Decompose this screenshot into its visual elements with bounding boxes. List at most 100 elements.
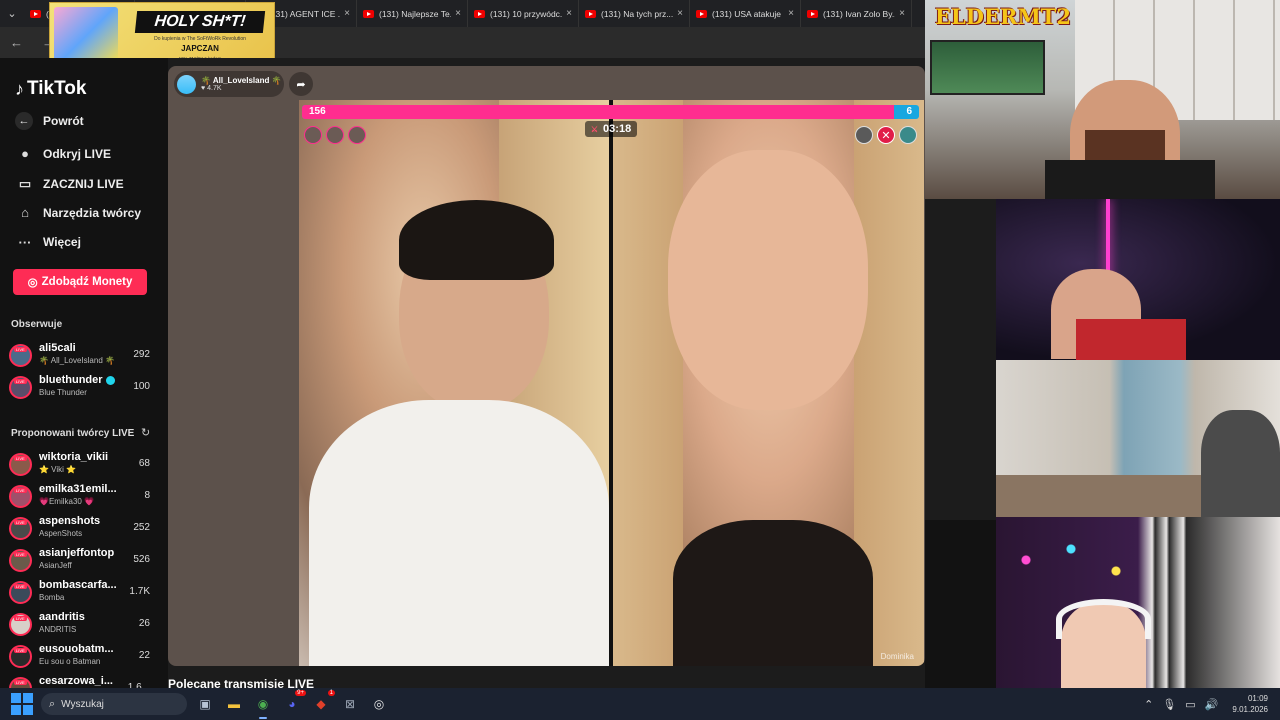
sidebar-user-item[interactable]: LIVE aandritis ANDRITIS 26 <box>9 609 154 639</box>
opponent-gifter-avatar[interactable] <box>855 126 873 144</box>
guest-webcam-3 <box>996 517 1280 688</box>
battle-timer: ⚔ 03:18 <box>585 121 637 137</box>
browser-tab[interactable]: (131) Najlepsze Te... × <box>357 0 468 27</box>
discord-icon[interactable]: ◕ 9+ <box>281 690 306 715</box>
sidebar-user-item[interactable]: LIVE wiktoria_vikii ⭐ Viki ⭐ 68 <box>9 449 154 479</box>
top-gifter-avatar[interactable] <box>348 126 366 144</box>
back-button[interactable]: ← Powrót <box>15 112 84 130</box>
user-subtitle: 💗Emilka30 💗 <box>39 497 95 506</box>
viewer-count: 68 <box>138 458 150 469</box>
viewer-count: 252 <box>133 522 150 533</box>
opponent-gifter-avatar[interactable] <box>899 126 917 144</box>
browser-tab[interactable]: (131) Na tych prz... × <box>579 0 690 27</box>
tiktok-logo-text: TikTok <box>27 78 87 99</box>
user-avatar: LIVE <box>9 645 32 668</box>
tiktok-logo[interactable]: ♪ TikTok <box>15 78 86 100</box>
task-view-icon[interactable]: ▣ <box>194 693 216 715</box>
host-chip[interactable]: 🌴 All_LoveIsland 🌴 ♥ 4.7K <box>174 71 284 97</box>
sidebar-user-item[interactable]: LIVE emilka31emil... 💗Emilka30 💗 8 <box>9 481 154 511</box>
network-icon[interactable]: ▭ <box>1185 698 1195 711</box>
search-placeholder: Wyszukaj <box>61 698 104 710</box>
tab-close-icon[interactable]: × <box>566 8 572 19</box>
sidebar-user-item[interactable]: LIVE aspenshots AspenShots 252 <box>9 513 154 543</box>
obs-icon[interactable]: ◎ <box>368 693 390 715</box>
tab-search-dropdown[interactable]: ⌄ <box>0 0 24 27</box>
user-name-text: ali5cali <box>39 342 76 354</box>
browser-tab[interactable]: (131) Ivan Zolo By... × <box>801 0 912 27</box>
xbox-icon[interactable]: ⊠ <box>339 693 361 715</box>
microphone-icon[interactable]: 🎙 <box>1162 698 1176 711</box>
browser-tab[interactable]: (131) 10 przywódc... × <box>468 0 579 27</box>
ad-brand: JAPCZAN <box>181 44 219 53</box>
youtube-icon <box>585 9 596 18</box>
notification-badge: 9+ <box>295 690 306 696</box>
clock-time: 01:09 <box>1247 694 1268 703</box>
sidebar-nav-item[interactable]: ··· Więcej <box>15 235 81 250</box>
refresh-icon[interactable]: ↻ <box>141 426 150 439</box>
sidebar-user-item[interactable]: LIVE bluethunder Blue Thunder 100 <box>9 372 154 402</box>
taskbar-search[interactable]: ⌕ Wyszukaj <box>41 693 187 715</box>
youtube-icon <box>30 9 41 18</box>
verified-icon <box>105 375 115 385</box>
user-name: emilka31emil... <box>39 483 117 495</box>
user-name-text: eusouobatm... <box>39 643 114 655</box>
live-badge: LIVE <box>14 584 27 589</box>
chrome-icon[interactable]: ◉ <box>252 693 274 719</box>
user-avatar: LIVE <box>9 344 32 367</box>
ad-logo: HOLY SH*T! <box>134 11 266 33</box>
user-avatar: LIVE <box>9 485 32 508</box>
viewer-count: 100 <box>133 381 150 392</box>
sidebar-user-item[interactable]: LIVE bombascarfa... Bomba 1.7K <box>9 577 154 607</box>
tab-close-icon[interactable]: × <box>455 8 461 19</box>
user-name: bombascarfa... <box>39 579 117 591</box>
sidebar-user-item[interactable]: LIVE asianjeffontop AsianJeff 526 <box>9 545 154 575</box>
youtube-icon <box>807 9 818 18</box>
top-gifter-avatar[interactable] <box>326 126 344 144</box>
opponent-face <box>668 150 868 410</box>
tab-close-icon[interactable]: × <box>344 8 350 19</box>
sidebar-nav-item[interactable]: ⌂ Narzędzia twórcy <box>15 205 141 220</box>
user-avatar: LIVE <box>9 376 32 399</box>
user-subtitle: 🌴 All_LoveIsland 🌴 <box>39 356 115 365</box>
browser-tab[interactable]: (131) USA atakuje ... × <box>690 0 801 27</box>
close-icon[interactable]: ✕ <box>877 126 895 144</box>
guest-webcam-1 <box>996 199 1280 360</box>
user-name: bluethunder <box>39 374 115 386</box>
battle-right-feed <box>613 100 924 666</box>
guest-hair <box>399 200 554 280</box>
sidebar-nav-item[interactable]: ● Odkryj LIVE <box>15 146 111 161</box>
sidebar-user-item[interactable]: LIVE eusouobatm... Eu sou o Batman 22 <box>9 641 154 671</box>
battle-score-bar: 156 6 <box>302 105 919 119</box>
live-badge: LIVE <box>14 680 27 685</box>
battle-timer-text: 03:18 <box>603 123 632 135</box>
tab-close-icon[interactable]: × <box>899 8 905 19</box>
game-app-icon[interactable]: ◆ 1 <box>310 690 335 715</box>
top-gifter-avatar[interactable] <box>304 126 322 144</box>
streamer-shirt <box>1045 160 1215 199</box>
youtube-icon <box>696 9 707 18</box>
file-explorer-icon[interactable]: ▬ <box>223 693 245 715</box>
user-name-text: bluethunder <box>39 374 103 386</box>
windows-start-icon[interactable] <box>11 693 33 715</box>
volume-icon[interactable]: 🔊 <box>1205 698 1219 711</box>
viewer-count: 1.7K <box>129 586 150 597</box>
user-subtitle: Bomba <box>39 593 65 602</box>
viewer-count: 8 <box>144 490 150 501</box>
left-score: 156 <box>309 106 326 117</box>
live-video[interactable]: 156 6 ⚔ 03:18 ✕ Dominika <box>299 100 924 666</box>
get-coins-button[interactable]: ◎ Zdobądź Monety <box>13 269 147 295</box>
headphones <box>1056 599 1151 639</box>
user-avatar: LIVE <box>9 453 32 476</box>
nav-icon: ··· <box>18 234 32 250</box>
tab-close-icon[interactable]: × <box>677 8 683 19</box>
tab-close-icon[interactable]: × <box>788 8 794 19</box>
sidebar-nav-item[interactable]: ▭ ZACZNIJ LIVE <box>15 176 124 192</box>
share-button[interactable]: ➦ <box>289 72 313 96</box>
chevron-up-icon[interactable]: ⌃ <box>1144 698 1153 711</box>
live-badge: LIVE <box>14 347 27 352</box>
user-name: eusouobatm... <box>39 643 114 655</box>
user-subtitle: ANDRITIS <box>39 625 77 634</box>
sidebar-user-item[interactable]: LIVE ali5cali 🌴 All_LoveIsland 🌴 292 <box>9 340 154 370</box>
clock[interactable]: 01:09 9.01.2026 <box>1232 693 1268 715</box>
back-arrow-icon[interactable]: ← <box>10 35 32 50</box>
